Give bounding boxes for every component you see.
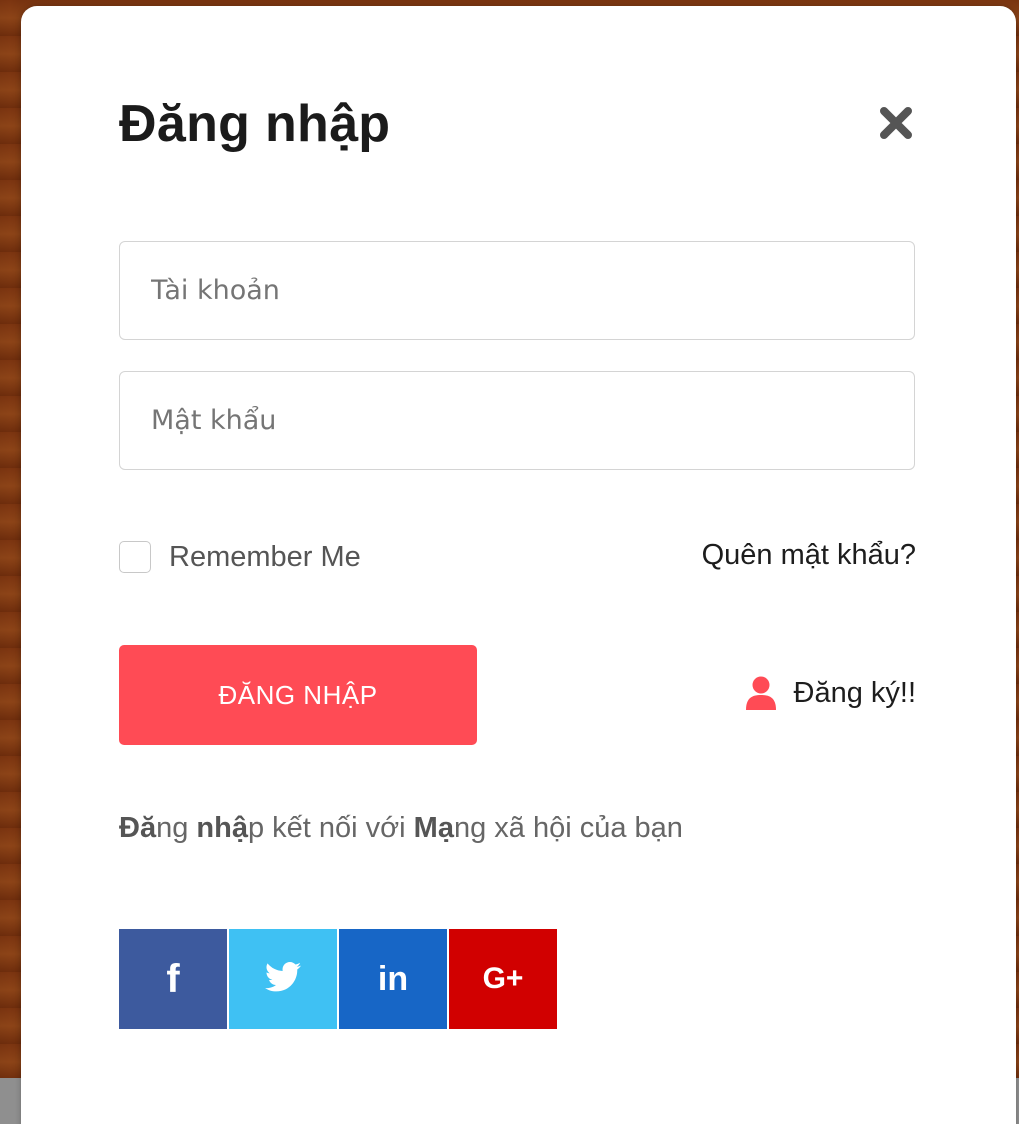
- facebook-button[interactable]: f: [119, 929, 227, 1029]
- linkedin-button[interactable]: in: [339, 929, 447, 1029]
- register-label: Đăng ký!!: [793, 676, 917, 709]
- forgot-password-link[interactable]: Quên mật khẩu?: [702, 539, 916, 572]
- social-prompt-part-6: ng xã hội của bạn: [453, 812, 683, 844]
- linkedin-icon: in: [377, 959, 409, 998]
- social-prompt-part-3: nhậ: [196, 812, 248, 844]
- social-buttons: f in G+: [119, 929, 557, 1029]
- social-login-prompt: Đăng nhập kết nối với Mạng xã hội của bạ…: [119, 812, 683, 845]
- password-input[interactable]: [119, 371, 915, 470]
- login-button[interactable]: ĐĂNG NHẬP: [119, 645, 477, 745]
- close-icon[interactable]: [878, 105, 914, 141]
- google-plus-button[interactable]: G+: [449, 929, 557, 1029]
- remember-me-checkbox[interactable]: [119, 541, 151, 573]
- social-prompt-part-2: ng: [156, 812, 197, 844]
- twitter-icon: [265, 961, 301, 997]
- login-modal: Đăng nhập Remember Me Quên mật khẩu? ĐĂN…: [21, 6, 1016, 1124]
- register-link[interactable]: Đăng ký!!: [745, 676, 917, 710]
- username-input[interactable]: [119, 241, 915, 340]
- user-icon: [745, 676, 776, 710]
- remember-me[interactable]: Remember Me: [119, 539, 361, 575]
- facebook-icon: f: [166, 956, 180, 1001]
- google-plus-icon: G+: [482, 962, 524, 995]
- twitter-button[interactable]: [229, 929, 337, 1029]
- social-prompt-part-4: p kết nối với: [247, 812, 414, 844]
- social-prompt-part-1: Đă: [119, 812, 157, 844]
- modal-title: Đăng nhập: [119, 95, 391, 153]
- social-prompt-part-5: Mạ: [413, 812, 454, 844]
- remember-me-label: Remember Me: [169, 540, 361, 573]
